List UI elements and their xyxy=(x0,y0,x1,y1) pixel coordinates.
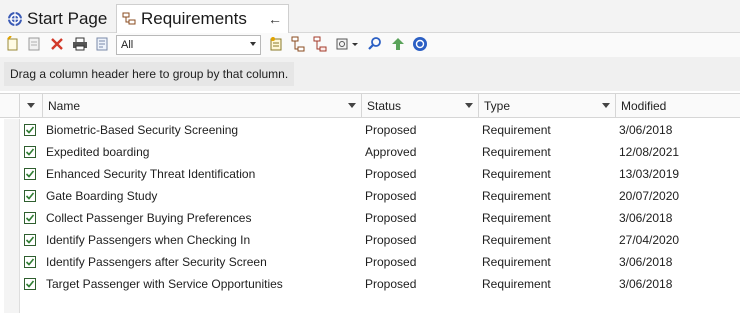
row-name: Identify Passengers after Security Scree… xyxy=(46,255,267,269)
column-header-status[interactable]: Status xyxy=(362,94,479,117)
row-type: Requirement xyxy=(482,211,551,225)
requirement-icon xyxy=(24,256,36,268)
column-label: Name xyxy=(48,98,81,113)
row-status: Proposed xyxy=(365,255,417,269)
row-status: Proposed xyxy=(365,123,417,137)
column-chooser[interactable] xyxy=(20,94,43,117)
start-page-icon xyxy=(6,10,24,28)
help-icon[interactable] xyxy=(412,36,428,52)
row-type: Requirement xyxy=(482,123,551,137)
requirement-icon xyxy=(24,190,36,202)
group-by-panel[interactable]: Drag a column header here to group by th… xyxy=(0,57,740,91)
table-row[interactable]: Biometric-Based Security Screening Propo… xyxy=(20,119,740,141)
table-row[interactable]: Expedited boarding Approved Requirement … xyxy=(20,141,740,163)
table-row[interactable]: Gate Boarding Study Proposed Requirement… xyxy=(20,185,740,207)
row-modified: 13/03/2019 xyxy=(619,167,680,181)
table-row[interactable]: Identify Passengers after Security Scree… xyxy=(20,251,740,273)
row-name: Biometric-Based Security Screening xyxy=(46,123,239,137)
requirements-diagram-icon xyxy=(120,10,138,28)
filter-dropdown[interactable]: All xyxy=(116,35,261,55)
move-up-icon[interactable] xyxy=(390,36,406,52)
row-status: Proposed xyxy=(365,189,417,203)
back-arrow-icon[interactable]: ← xyxy=(268,11,282,27)
row-type: Requirement xyxy=(482,233,551,247)
column-label: Modified xyxy=(621,98,667,113)
requirements-grid: Name Status Type Modified Biometric-Base… xyxy=(0,91,740,313)
row-type: Requirement xyxy=(482,255,551,269)
table-row[interactable]: Identify Passengers when Checking In Pro… xyxy=(20,229,740,251)
group-by-hint: Drag a column header here to group by th… xyxy=(4,62,295,86)
find-icon[interactable] xyxy=(367,36,383,52)
hierarchy-alt-icon[interactable] xyxy=(312,36,328,52)
properties-icon[interactable] xyxy=(26,36,42,52)
options-icon[interactable] xyxy=(335,36,351,52)
row-modified: 3/06/2018 xyxy=(619,255,673,269)
row-status: Proposed xyxy=(365,167,417,181)
table-row[interactable]: Enhanced Security Threat Identification … xyxy=(20,163,740,185)
chevron-down-icon xyxy=(250,42,256,46)
requirement-icon xyxy=(24,278,36,290)
row-status: Proposed xyxy=(365,233,417,247)
row-modified: 27/04/2020 xyxy=(619,233,680,247)
filter-value: All xyxy=(121,39,134,51)
requirement-icon xyxy=(24,212,36,224)
column-header-type[interactable]: Type xyxy=(479,94,616,117)
filter-arrow-icon[interactable] xyxy=(465,103,473,108)
row-modified: 12/08/2021 xyxy=(619,145,680,159)
delete-icon[interactable] xyxy=(49,36,65,52)
requirement-icon xyxy=(24,234,36,246)
new-element-icon[interactable] xyxy=(5,36,21,52)
requirement-icon[interactable] xyxy=(268,36,284,52)
tab-label: Start Page xyxy=(27,8,108,28)
row-status: Approved xyxy=(365,145,417,159)
tab-start-page[interactable]: Start Page xyxy=(3,4,115,33)
row-type: Requirement xyxy=(482,277,551,291)
row-name: Gate Boarding Study xyxy=(46,189,158,203)
row-modified: 3/06/2018 xyxy=(619,277,673,291)
row-type: Requirement xyxy=(482,145,551,159)
row-name: Identify Passengers when Checking In xyxy=(46,233,251,247)
row-modified: 3/06/2018 xyxy=(619,211,673,225)
requirement-icon xyxy=(24,124,36,136)
row-status: Proposed xyxy=(365,277,417,291)
options-dropdown-icon[interactable] xyxy=(351,36,359,52)
row-modified: 20/07/2020 xyxy=(619,189,680,203)
row-name: Collect Passenger Buying Preferences xyxy=(46,211,252,225)
table-row[interactable]: Target Passenger with Service Opportunit… xyxy=(20,273,740,295)
row-status: Proposed xyxy=(365,211,417,225)
row-name: Enhanced Security Threat Identification xyxy=(46,167,256,181)
document-tab-bar: Start Page Requirements ← xyxy=(0,0,740,33)
column-label: Type xyxy=(484,98,511,113)
table-row[interactable]: Collect Passenger Buying Preferences Pro… xyxy=(20,207,740,229)
row-name: Expedited boarding xyxy=(46,145,150,159)
row-modified: 3/06/2018 xyxy=(619,123,673,137)
filter-arrow-icon[interactable] xyxy=(348,103,356,108)
hierarchy-icon[interactable] xyxy=(290,36,306,52)
column-header-name[interactable]: Name xyxy=(43,94,362,117)
column-header-row: Name Status Type Modified xyxy=(0,93,740,118)
column-header-modified[interactable]: Modified xyxy=(616,94,740,117)
requirement-icon xyxy=(24,146,36,158)
filter-arrow-icon[interactable] xyxy=(602,103,610,108)
row-indicator-header xyxy=(0,94,20,117)
requirement-icon xyxy=(24,168,36,180)
row-indicator-column xyxy=(4,119,20,313)
chevron-down-icon xyxy=(27,103,35,108)
tab-requirements[interactable]: Requirements ← xyxy=(116,4,289,33)
column-label: Status xyxy=(367,98,402,113)
toolbar: All xyxy=(0,33,740,57)
document-icon[interactable] xyxy=(94,36,110,52)
row-type: Requirement xyxy=(482,167,551,181)
print-icon[interactable] xyxy=(72,36,88,52)
row-name: Target Passenger with Service Opportunit… xyxy=(46,277,283,291)
tab-label: Requirements xyxy=(141,9,247,28)
row-type: Requirement xyxy=(482,189,551,203)
